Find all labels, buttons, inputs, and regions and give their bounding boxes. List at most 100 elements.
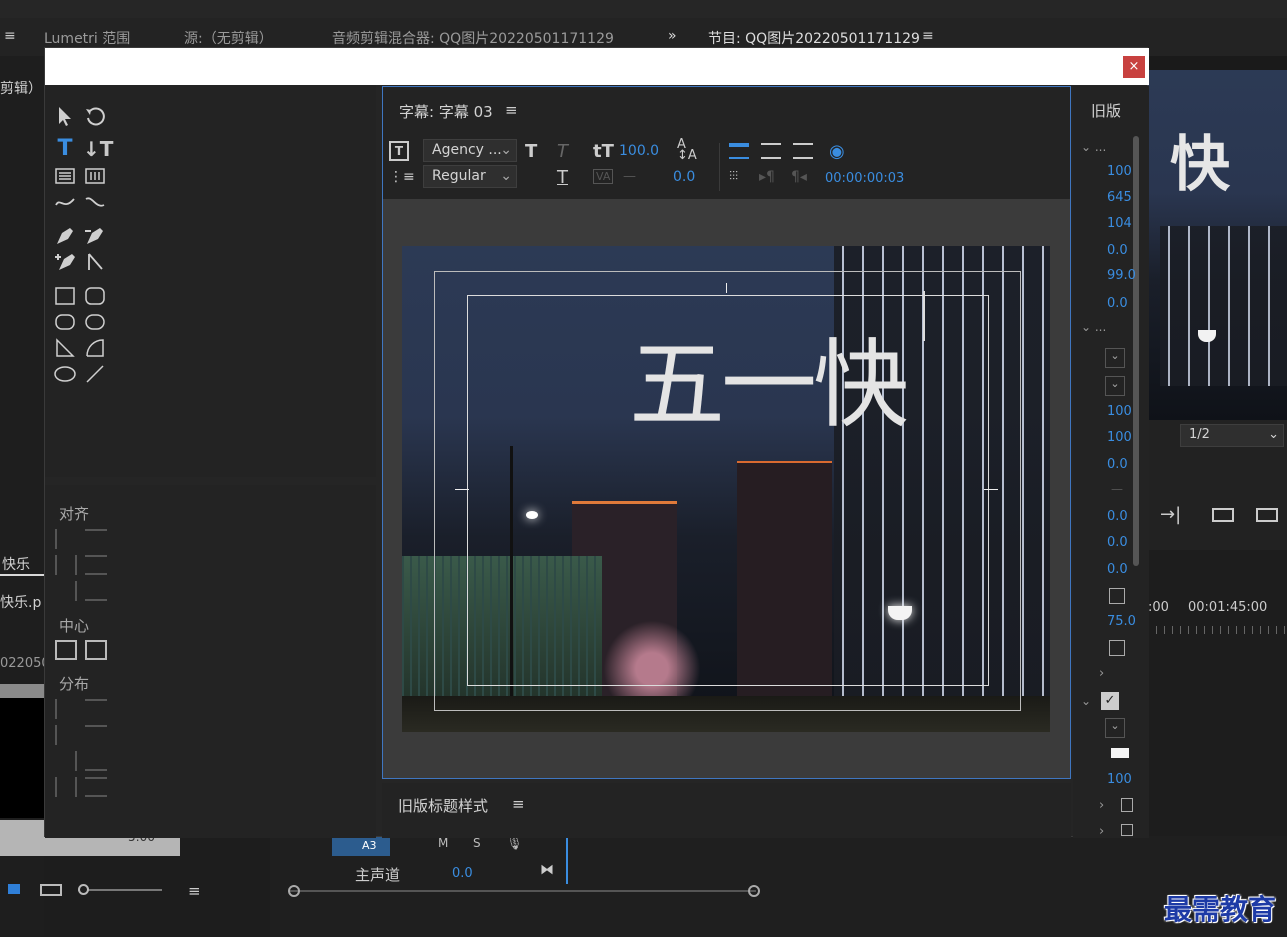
texture-checkbox[interactable] — [1121, 824, 1133, 836]
left-tab-active[interactable]: 快乐 — [0, 548, 44, 576]
align-left-text-icon[interactable] — [729, 143, 749, 159]
align-center-text-icon[interactable] — [761, 143, 781, 159]
expand-transform-icon[interactable]: ⌄ ... — [1081, 140, 1106, 154]
distribute-center-h-icon[interactable] — [55, 725, 77, 745]
bold-icon[interactable]: T — [525, 141, 537, 162]
font-family-select[interactable]: Agency ... ⌄ — [423, 139, 517, 162]
left-item-name[interactable]: 快乐.p — [0, 592, 41, 612]
prop-x-position[interactable]: 645 — [1107, 190, 1132, 205]
prop-height[interactable]: 99.0 — [1107, 268, 1136, 283]
tab-program[interactable]: 节目: QQ图片20220501171129 — [708, 28, 920, 48]
master-track-value[interactable]: 0.0 — [452, 866, 473, 881]
paragraph-ltr-icon[interactable]: ▸¶ — [759, 169, 775, 185]
font-style-select[interactable]: Regular ⌄ — [423, 165, 517, 188]
fill-type-dropdown[interactable]: ⌄ — [1105, 718, 1125, 738]
distribute-center-v-icon[interactable] — [85, 725, 107, 745]
small-caps-checkbox[interactable] — [1109, 588, 1125, 604]
delete-anchor-tool-icon[interactable] — [83, 225, 107, 247]
wedge-tool-icon[interactable] — [53, 337, 77, 359]
pen-tool-icon[interactable] — [53, 225, 77, 247]
align-center-v-icon[interactable] — [85, 555, 107, 575]
fill-checkbox[interactable]: ✓ — [1101, 692, 1119, 710]
prop-tracking[interactable]: 0.0 — [1107, 509, 1128, 524]
bin-menu-icon[interactable]: ≡ — [188, 882, 201, 900]
rotation-tool-icon[interactable] — [83, 105, 107, 127]
vertical-type-tool-icon[interactable]: ↓T — [83, 138, 113, 160]
program-menu-icon[interactable]: ≡ — [922, 28, 934, 44]
prop-y-position[interactable]: 104 — [1107, 216, 1132, 231]
extract-icon[interactable] — [1256, 508, 1278, 522]
prop-leading[interactable]: 0.0 — [1107, 457, 1128, 472]
distribute-bottom-icon[interactable] — [85, 751, 107, 771]
arc-tool-icon[interactable] — [83, 337, 107, 359]
paragraph-rtl-icon[interactable]: ¶◂ — [791, 169, 807, 185]
roll-crawl-options-icon[interactable]: T — [389, 141, 409, 161]
expand-texture-icon[interactable]: › — [1099, 824, 1104, 839]
tab-source[interactable]: 源:（无剪辑） — [184, 28, 273, 48]
distribute-right-icon[interactable] — [55, 751, 77, 771]
prop-aspect[interactable]: 100 — [1107, 430, 1132, 445]
line-tool-icon[interactable] — [83, 363, 107, 385]
properties-scrollbar[interactable] — [1133, 136, 1139, 566]
rectangle-tool-icon[interactable] — [53, 285, 77, 307]
prop-baseline[interactable]: 0.0 — [1107, 535, 1128, 550]
expand-sheen-icon[interactable]: › — [1099, 798, 1104, 813]
align-right-icon[interactable] — [55, 581, 77, 601]
tab-stops-icon[interactable]: ⋮≡ — [389, 169, 415, 185]
type-tool-icon[interactable]: T — [53, 138, 77, 160]
underline-checkbox[interactable] — [1109, 640, 1125, 656]
prop-rotation[interactable]: 0.0 — [1107, 296, 1128, 311]
rounded-corner-rectangle-tool-icon[interactable] — [83, 311, 107, 333]
close-button[interactable]: × — [1123, 56, 1145, 78]
tab-audio-clip-mixer[interactable]: 音频剪辑混合器: QQ图片20220501171129 — [332, 28, 614, 48]
show-background-video-icon[interactable]: ◉ — [829, 141, 845, 162]
prop-width[interactable]: 0.0 — [1107, 243, 1128, 258]
center-horizontal-icon[interactable] — [55, 640, 77, 660]
font-family-dropdown[interactable]: ⌄ — [1105, 348, 1125, 368]
kerning-value[interactable]: — — [623, 169, 636, 184]
sheen-checkbox[interactable] — [1121, 798, 1133, 812]
font-size-value[interactable]: 100.0 — [619, 143, 659, 159]
overflow-icon[interactable]: » — [668, 28, 677, 44]
list-view-icon[interactable] — [8, 884, 20, 894]
prop-font-size[interactable]: 100 — [1107, 404, 1132, 419]
solo-button[interactable]: S — [473, 836, 481, 850]
expand-fill-icon[interactable]: ⌄ — [1081, 694, 1091, 708]
scroll-handle-left[interactable] — [288, 885, 300, 897]
vertical-path-type-tool-icon[interactable] — [83, 191, 107, 213]
mute-button[interactable]: M — [438, 836, 448, 850]
background-timecode[interactable]: 00:00:00:03 — [825, 171, 904, 186]
align-top-icon[interactable] — [85, 529, 107, 549]
area-type-tool-icon[interactable] — [53, 165, 77, 187]
mic-icon[interactable]: 🎙 — [506, 836, 523, 851]
add-anchor-tool-icon[interactable] — [53, 251, 77, 273]
prop-small-caps-size[interactable]: 75.0 — [1107, 614, 1136, 629]
panel-menu-icon[interactable]: ≡ — [4, 28, 16, 44]
zoom-slider-handle[interactable] — [78, 884, 89, 895]
playhead[interactable] — [566, 836, 568, 884]
align-right-text-icon[interactable] — [793, 143, 813, 159]
clipped-corner-rectangle-tool-icon[interactable] — [53, 311, 77, 333]
tracking-value[interactable]: 0.0 — [673, 169, 695, 185]
icon-view-icon[interactable] — [40, 884, 62, 896]
prop-slant[interactable]: 0.0 — [1107, 562, 1128, 577]
rounded-rectangle-tool-icon[interactable] — [83, 285, 107, 307]
styles-panel-title[interactable]: 旧版标题样式 — [398, 795, 488, 816]
snap-icon[interactable]: ⧓ — [540, 862, 554, 878]
expand-distort-icon[interactable]: › — [1099, 666, 1104, 681]
font-style-dropdown[interactable]: ⌄ — [1105, 376, 1125, 396]
selection-tool-icon[interactable] — [53, 105, 77, 127]
title-caption-text[interactable]: 五一快 — [629, 307, 909, 446]
vertical-area-type-tool-icon[interactable] — [83, 165, 107, 187]
distribute-space-h-icon[interactable] — [55, 777, 77, 797]
distribute-space-v-icon[interactable] — [85, 777, 107, 797]
title-panel-name[interactable]: 字幕: 字幕 03 — [399, 101, 493, 122]
tab-lumetri-scopes[interactable]: Lumetri 范围 — [44, 28, 130, 48]
track-a3-button[interactable]: A3 — [332, 836, 390, 856]
tab-stop-icon[interactable]: ⫶⫶⫶ — [729, 169, 738, 184]
ellipse-tool-icon[interactable] — [53, 363, 77, 385]
distribute-left-icon[interactable] — [55, 699, 77, 719]
prop-opacity[interactable]: 100 — [1107, 164, 1132, 179]
timeline-scrollbar[interactable] — [290, 890, 756, 892]
convert-anchor-tool-icon[interactable] — [83, 251, 107, 273]
